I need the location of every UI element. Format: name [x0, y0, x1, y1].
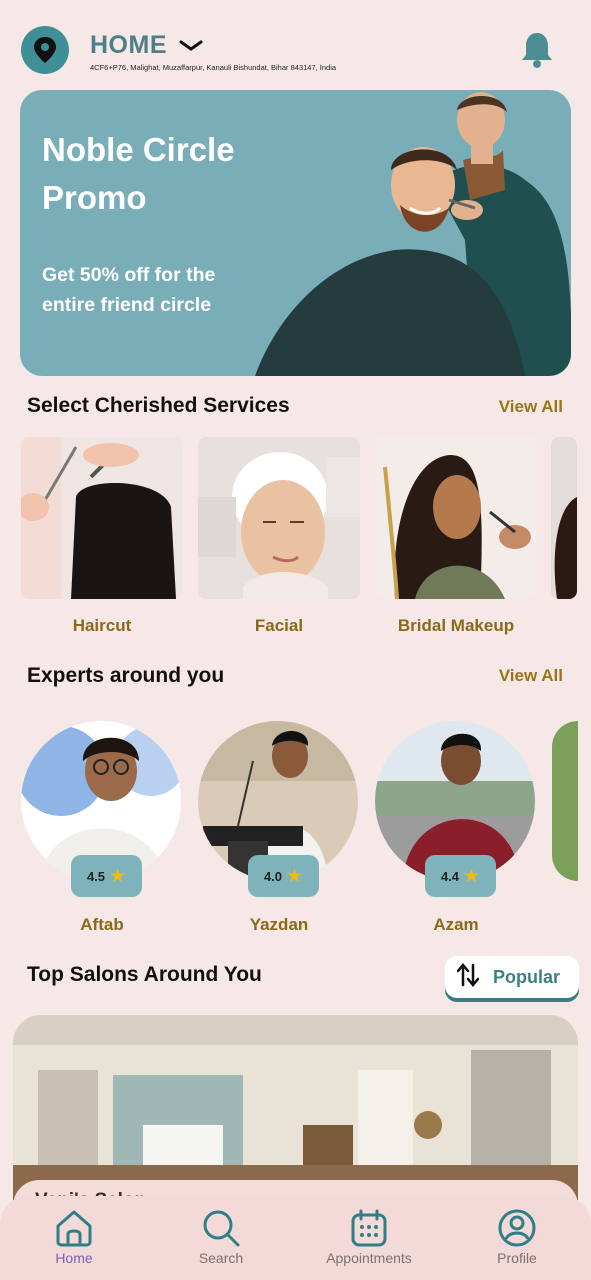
notification-bell-icon[interactable] [519, 30, 555, 70]
current-address: 4CF6+P76, Malighat, Muzaffarpur, Kanauli… [90, 63, 337, 72]
nav-label: Appointments [326, 1250, 412, 1266]
salons-heading: Top Salons Around You [27, 963, 262, 986]
service-label: Bridal Makeup [397, 616, 515, 635]
sort-popular-button[interactable]: Popular [445, 956, 579, 998]
promo-banner[interactable]: Noble Circle Promo Get 50% off for the e… [20, 90, 571, 376]
expert-rating-badge: 4.5 ★ [71, 855, 142, 897]
profile-icon [462, 1208, 572, 1248]
expert-avatar-more[interactable] [552, 721, 578, 881]
star-icon: ★ [109, 865, 127, 887]
sort-label: Popular [493, 966, 561, 987]
star-icon: ★ [463, 865, 481, 887]
experts-heading: Experts around you [27, 664, 225, 687]
bridal-makeup-image [375, 437, 537, 599]
nav-label: Home [55, 1250, 93, 1266]
nav-label: Search [198, 1250, 244, 1266]
expert-rating-badge: 4.4 ★ [425, 855, 496, 897]
nav-search[interactable]: Search [166, 1208, 276, 1266]
services-view-all-link[interactable]: View All [499, 397, 563, 417]
facial-image [198, 437, 360, 599]
rating-value: 4.0 [263, 868, 283, 884]
haircut-image [21, 437, 183, 599]
services-heading: Select Cherished Services [27, 394, 290, 417]
rating-value: 4.5 [86, 868, 106, 884]
service-label: Haircut [72, 616, 132, 635]
star-icon: ★ [286, 865, 304, 887]
app-header: HOME 4CF6+P76, Malighat, Muzaffarpur, Ka… [0, 0, 591, 90]
nav-home[interactable]: Home [19, 1208, 129, 1266]
sort-arrows-icon [456, 962, 480, 992]
chevron-down-icon [179, 40, 203, 52]
service-card-haircut[interactable] [21, 437, 183, 599]
service-card-bridal-makeup[interactable] [375, 437, 537, 599]
nav-profile[interactable]: Profile [462, 1208, 572, 1266]
experts-view-all-link[interactable]: View All [499, 666, 563, 686]
home-icon [19, 1208, 129, 1248]
service-card-facial[interactable] [198, 437, 360, 599]
nav-label: Profile [497, 1250, 537, 1266]
rating-value: 4.4 [440, 868, 460, 884]
service-label: Facial [254, 616, 304, 635]
service-card-more[interactable] [551, 437, 577, 599]
expert-name: Yazdan [249, 915, 309, 934]
bottom-navigation: Home Search Appointments Profile [0, 1196, 591, 1280]
calendar-icon [314, 1208, 424, 1248]
barber-illustration [255, 92, 571, 376]
nav-appointments[interactable]: Appointments [314, 1208, 424, 1266]
location-pin-logo[interactable] [21, 26, 69, 74]
search-icon [166, 1208, 276, 1248]
expert-name: Aftab [80, 915, 124, 934]
location-selector[interactable]: HOME [90, 31, 203, 60]
expert-name: Azam [433, 915, 479, 934]
location-title: HOME [90, 31, 167, 59]
expert-rating-badge: 4.0 ★ [248, 855, 319, 897]
